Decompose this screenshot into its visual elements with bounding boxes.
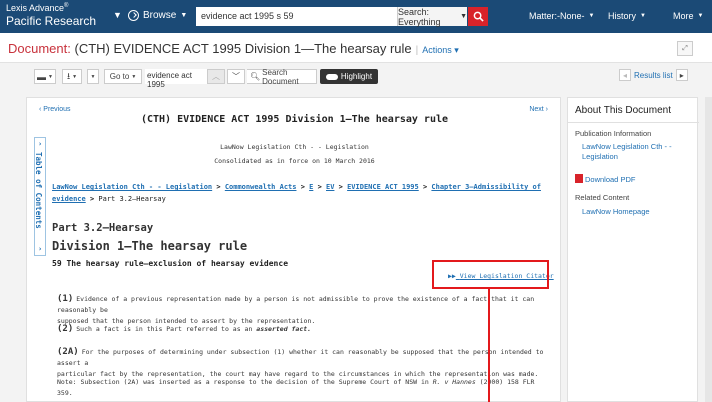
search-button[interactable] [468,7,488,26]
toc-label: Table of Contents [34,152,43,229]
search-document-label: Search Document [262,67,299,86]
results-list-nav: ◂ Results list ▸ [619,69,688,81]
previous-result-button[interactable]: ◂ [619,69,631,81]
division-heading: Division 1—The hearsay rule [52,239,248,253]
folder-button[interactable]: ▬ ▼ [34,69,56,84]
caret-down-icon: ▼ [131,73,137,80]
scrollbar[interactable] [705,97,712,402]
publication-info-heading: Publication Information [575,129,652,138]
part-heading: Part 3.2—Hearsay [52,222,154,234]
table-of-contents-tab[interactable]: › Table of Contents › [34,137,46,256]
paragraph-1: (1) Evidence of a previous representation… [57,294,535,325]
history-label: History [608,11,637,21]
highlight-label: Highlight [340,72,373,81]
more-menu[interactable]: More ▼ [673,11,703,21]
pdf-icon [575,174,583,183]
caret-down-icon: ▼ [90,73,96,80]
caret-down-icon: ▼ [640,13,646,19]
document-prefix: Document: [8,41,71,56]
more-label: More [673,11,694,21]
next-result-button[interactable]: ▸ [675,69,688,81]
document-search-input[interactable]: evidence act 1995 [145,69,207,89]
breadcrumb: LawNow Legislation Cth - - Legislation >… [52,183,541,203]
consolidation-date: Consolidated as in force on 10 March 201… [214,157,375,165]
browse-menu[interactable]: Browse ▼ [128,10,187,21]
caret-down-icon: ▼ [48,73,53,80]
chevron-down-icon[interactable]: ▼ [113,10,122,20]
search-input[interactable]: evidence act 1995 s 59 [196,7,397,26]
breadcrumb-link[interactable]: E [309,183,313,191]
document-heading: (CTH) EVIDENCE ACT 1995 Division 1—The h… [140,114,449,125]
folder-icon: ▬ [37,71,47,82]
page-title: Document: (CTH) EVIDENCE ACT 1995 Divisi… [8,41,459,56]
search-scope-label: Search: Everything [398,6,441,27]
browse-label: Browse [143,10,177,21]
brand-logo[interactable]: Lexis Advance® Pacific Research [6,3,96,27]
document-content: ‹ Previous Next › (CTH) EVIDENCE ACT 199… [26,97,561,402]
chevron-up-icon: ︿ [212,72,220,81]
goto-dropdown[interactable]: Go to ▼ [104,69,142,84]
download-icon: ⭳ [66,70,71,81]
caret-down-icon: ▼ [588,13,595,19]
legislation-source: LawNow Legislation Cth - - Legislation [220,143,369,151]
deliver-button[interactable]: ⭳ ▼ [62,69,82,84]
note: Note: Subsection (2A) was inserted as a … [57,378,535,397]
next-link[interactable]: Next › [529,106,548,113]
download-pdf-link[interactable]: Download PDF [575,174,635,185]
search-scope-dropdown[interactable]: Search: Everything ▼ [397,6,467,27]
document-title: (CTH) EVIDENCE ACT 1995 Division 1—The h… [74,41,412,56]
toggle-icon [325,73,338,80]
goto-label: Go to [109,72,130,81]
document-title-bar: Document: (CTH) EVIDENCE ACT 1995 Divisi… [0,33,712,63]
search-document-button[interactable]: 🔍︎ Search Document [247,67,317,86]
document-toolbar: ▬ ▼ ⭳ ▼ ▼ Go to ▼ evidence act 1995 ︿ ﹀ 🔍︎… [0,63,712,91]
homepage-link[interactable]: LawNow Homepage [582,207,650,217]
breadcrumb-current: Part 3.2—Hearsay [98,195,166,203]
caret-down-icon: ▼ [72,73,78,80]
caret-down-icon: ▼ [180,12,188,19]
caret-down-icon: ▼ [460,13,467,20]
matter-label: Matter:-None- [529,11,585,21]
actions-dropdown[interactable]: Actions ▾ [422,45,459,55]
breadcrumb-link[interactable]: LawNow Legislation Cth - - Legislation [52,183,212,191]
chevron-right-icon: › [38,245,43,253]
breadcrumb-link[interactable]: EV [326,183,334,191]
more-options-button[interactable]: ▼ [87,69,99,84]
chevron-right-icon: › [38,140,43,148]
brand-line-2: Pacific Research [6,14,97,28]
chevron-down-icon: ﹀ [232,72,240,81]
highlight-callout-line [488,288,490,402]
breadcrumb-link[interactable]: EVIDENCE ACT 1995 [347,183,419,191]
magnifier-icon: 🔍︎ [250,72,261,81]
next-hit-button[interactable]: ﹀ [227,69,245,84]
caret-down-icon: ▼ [697,13,704,19]
results-list-link[interactable]: Results list [634,71,673,80]
section-heading: 59 The hearsay rule—exclusion of hearsay… [52,259,289,268]
history-menu[interactable]: History ▼ [608,11,646,21]
title-divider: | [415,45,419,56]
previous-link[interactable]: ‹ Previous [39,106,71,113]
previous-hit-button[interactable]: ︿ [207,69,225,84]
paragraph-2a: (2A) For the purposes of determining unde… [57,347,544,378]
compass-icon [128,10,139,21]
highlight-callout-box [432,260,549,289]
breadcrumb-link[interactable]: Commonwealth Acts [225,183,297,191]
matter-dropdown[interactable]: Matter:-None- ▼ [529,11,594,21]
related-content-heading: Related Content [575,193,630,202]
top-navigation-bar: Lexis Advance® Pacific Research ▼ Browse… [0,0,712,33]
highlight-toggle[interactable]: Highlight [320,69,378,84]
search-icon [473,11,484,22]
expand-icon[interactable]: ⤢ [677,41,693,56]
paragraph-2: (2) Such a fact is in this Part referred … [57,324,312,334]
publication-link[interactable]: LawNow Legislation Cth - - Legislation [582,142,672,162]
brand-line-1: Lexis Advance® [6,3,69,13]
divider [568,122,699,123]
about-document-panel: About This Document Publication Informat… [567,97,699,402]
about-panel-title: About This Document [575,105,671,116]
